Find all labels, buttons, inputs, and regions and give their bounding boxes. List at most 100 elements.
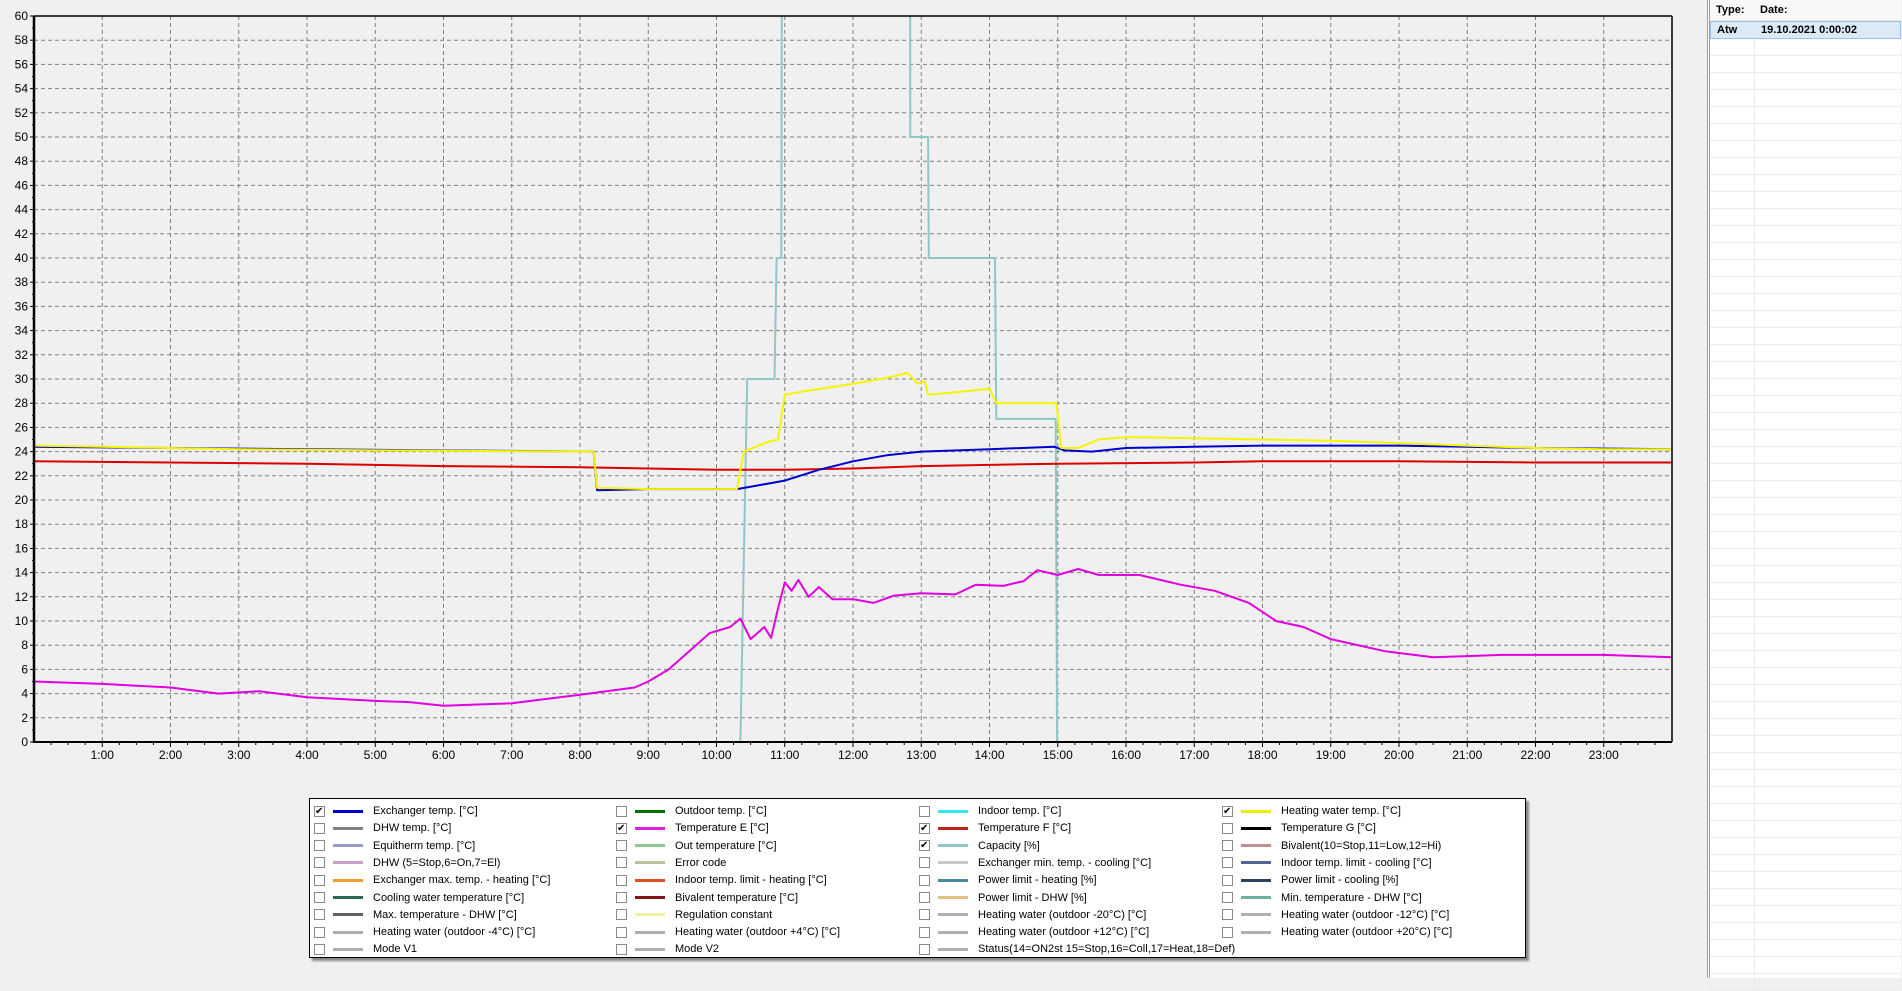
legend-checkbox[interactable] (919, 805, 930, 817)
legend-checkbox[interactable] (616, 892, 627, 903)
legend-item[interactable]: Mode V2 (616, 941, 719, 957)
legend-item[interactable]: Indoor temp. [°C] (919, 803, 1061, 819)
legend-item[interactable]: Exchanger temp. [°C] (314, 803, 478, 819)
legend-item[interactable]: Temperature E [°C] (616, 820, 769, 836)
legend-checkbox[interactable] (616, 909, 627, 921)
legend-item[interactable]: Status(14=ON2st 15=Stop,16=Coll,17=Heat,… (919, 941, 1235, 957)
legend-checkbox[interactable] (314, 857, 325, 869)
legend-label: DHW temp. [°C] (373, 822, 452, 835)
legend-item[interactable]: Heating water (outdoor +20°C) [°C] (1222, 924, 1452, 940)
legend-checkbox[interactable] (919, 926, 930, 938)
legend-checkbox[interactable] (919, 857, 930, 869)
legend-item[interactable]: Temperature F [°C] (919, 820, 1071, 836)
legend-item[interactable]: DHW (5=Stop,6=On,7=El) (314, 855, 500, 871)
legend-item[interactable]: Capacity [%] (919, 838, 1040, 854)
legend-checkbox[interactable] (919, 874, 930, 886)
legend-checkbox[interactable] (1222, 840, 1233, 852)
legend-checkbox[interactable] (919, 892, 930, 903)
legend-checkbox[interactable] (919, 840, 930, 852)
legend-checkbox[interactable] (314, 909, 325, 921)
legend-checkbox[interactable] (1222, 874, 1233, 886)
legend-item[interactable]: Heating water (outdoor +12°C) [°C] (919, 924, 1149, 940)
legend-swatch (333, 861, 363, 865)
legend-checkbox[interactable] (314, 822, 325, 834)
legend-checkbox[interactable] (314, 943, 325, 955)
empty-row (1710, 328, 1901, 345)
legend-item[interactable]: Temperature G [°C] (1222, 820, 1376, 836)
legend-checkbox[interactable] (1222, 805, 1233, 817)
list-header: Type: Date: (1710, 0, 1901, 21)
legend-swatch (333, 896, 363, 899)
legend-checkbox[interactable] (919, 909, 930, 921)
legend-item[interactable]: Heating water temp. [°C] (1222, 803, 1401, 819)
legend-checkbox[interactable] (919, 822, 930, 834)
x-tick-label: 2:00 (159, 748, 183, 762)
legend-checkbox[interactable] (616, 943, 627, 955)
legend-item[interactable]: Outdoor temp. [°C] (616, 803, 767, 819)
legend-item[interactable]: Indoor temp. limit - cooling [°C] (1222, 855, 1432, 871)
legend-item[interactable]: Mode V1 (314, 941, 417, 957)
legend-item[interactable]: Heating water (outdoor +4°C) [°C] (616, 924, 840, 940)
y-tick-label: 26 (15, 420, 29, 434)
legend-label: Bivalent temperature [°C] (675, 891, 799, 904)
column-header-type[interactable]: Type: (1710, 4, 1754, 16)
x-tick-label: 9:00 (637, 748, 661, 762)
legend-checkbox[interactable] (314, 892, 325, 903)
legend-item[interactable]: Power limit - cooling [%] (1222, 872, 1398, 888)
x-tick-label: 11:00 (770, 748, 799, 762)
legend-label: Power limit - heating [%] (978, 874, 1097, 887)
y-tick-label: 10 (15, 614, 29, 628)
x-tick-label: 3:00 (227, 748, 251, 762)
legend-item[interactable]: Bivalent(10=Stop,11=Low,12=Hi) (1222, 838, 1441, 854)
legend-checkbox[interactable] (314, 805, 325, 817)
empty-row (1710, 175, 1901, 192)
column-header-date[interactable]: Date: (1754, 4, 1788, 16)
legend-checkbox[interactable] (616, 874, 627, 886)
legend-checkbox[interactable] (314, 926, 325, 938)
legend-item[interactable]: Heating water (outdoor -12°C) [°C] (1222, 907, 1449, 923)
legend-checkbox[interactable] (1222, 822, 1233, 834)
legend-item[interactable]: Min. temperature - DHW [°C] (1222, 890, 1422, 906)
legend-swatch (333, 809, 363, 813)
legend-checkbox[interactable] (1222, 857, 1233, 869)
legend-checkbox[interactable] (314, 840, 325, 852)
legend-checkbox[interactable] (1222, 909, 1233, 921)
legend-checkbox[interactable] (616, 926, 627, 938)
legend-item[interactable]: Cooling water temperature [°C] (314, 890, 524, 906)
legend-item[interactable]: Max. temperature - DHW [°C] (314, 907, 517, 923)
legend-checkbox[interactable] (314, 874, 325, 886)
legend-item[interactable]: Bivalent temperature [°C] (616, 890, 798, 906)
legend-item[interactable]: Heating water (outdoor -20°C) [°C] (919, 907, 1146, 923)
legend-checkbox[interactable] (1222, 892, 1233, 903)
legend-checkbox[interactable] (616, 840, 627, 852)
y-tick-label: 20 (15, 493, 29, 507)
legend-label: Out temperature [°C] (675, 839, 777, 852)
legend-checkbox[interactable] (1222, 926, 1233, 938)
empty-row (1710, 413, 1901, 430)
legend-item[interactable]: Regulation constant (616, 907, 772, 923)
legend-item[interactable]: Equitherm temp. [°C] (314, 838, 475, 854)
legend-label: Max. temperature - DHW [°C] (373, 908, 517, 921)
y-tick-label: 58 (15, 33, 29, 47)
legend-swatch (333, 913, 363, 917)
legend-item[interactable]: Exchanger max. temp. - heating [°C] (314, 872, 550, 888)
legend-item[interactable]: Power limit - heating [%] (919, 872, 1097, 888)
legend-item[interactable]: Out temperature [°C] (616, 838, 777, 854)
empty-row (1710, 362, 1901, 379)
legend-label: Exchanger min. temp. - cooling [°C] (978, 856, 1152, 869)
legend-label: Indoor temp. limit - heating [°C] (675, 874, 827, 887)
legend-item[interactable]: Heating water (outdoor -4°C) [°C] (314, 924, 535, 940)
legend-checkbox[interactable] (919, 943, 930, 955)
legend-checkbox[interactable] (616, 822, 627, 834)
legend-item[interactable]: Exchanger min. temp. - cooling [°C] (919, 855, 1151, 871)
grid (34, 16, 1672, 742)
legend-checkbox[interactable] (616, 857, 627, 869)
legend-item[interactable]: Power limit - DHW [%] (919, 890, 1087, 906)
legend-item[interactable]: DHW temp. [°C] (314, 820, 451, 836)
list-item[interactable]: Atw 19.10.2021 0:00:02 (1710, 21, 1901, 39)
empty-row (1710, 464, 1901, 481)
legend-item[interactable]: Indoor temp. limit - heating [°C] (616, 872, 827, 888)
legend-item[interactable]: Error code (616, 855, 726, 871)
empty-row (1710, 838, 1901, 855)
legend-checkbox[interactable] (616, 805, 627, 817)
